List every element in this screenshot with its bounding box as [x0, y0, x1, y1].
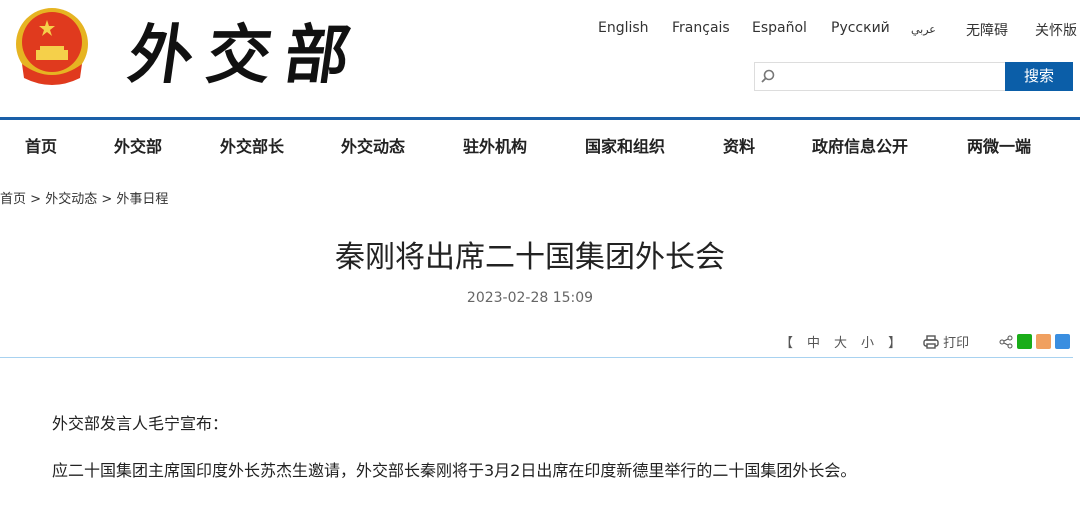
nav-ministry[interactable]: 外交部: [114, 133, 162, 157]
search-input[interactable]: [754, 62, 1005, 91]
font-small-button[interactable]: 小: [861, 332, 874, 351]
nav-minister[interactable]: 外交部长: [220, 133, 284, 157]
lang-english[interactable]: English: [598, 20, 649, 36]
nav-resources[interactable]: 资料: [723, 133, 755, 157]
breadcrumb: 首页 > 外交动态 > 外事日程: [0, 188, 168, 207]
font-medium-button[interactable]: 中: [807, 332, 820, 351]
national-emblem-icon: [16, 8, 88, 85]
nav-social[interactable]: 两微一端: [967, 133, 1031, 157]
breadcrumb-sep: >: [30, 192, 42, 207]
lang-spanish[interactable]: Español: [752, 20, 807, 36]
article-date: 2023-02-28 15:09: [466, 290, 594, 306]
breadcrumb-home[interactable]: 首页: [0, 192, 26, 207]
breadcrumb-sep: >: [101, 192, 113, 207]
breadcrumb-schedule[interactable]: 外事日程: [116, 192, 168, 207]
search-button[interactable]: 搜索: [1005, 62, 1073, 91]
print-button[interactable]: 打印: [943, 332, 969, 351]
nav-missions[interactable]: 驻外机构: [463, 133, 527, 157]
bracket-close: 】: [888, 336, 902, 351]
nav-gov-info[interactable]: 政府信息公开: [812, 133, 908, 157]
tools-divider: [0, 357, 1073, 358]
ministry-logo[interactable]: 外交部: [124, 4, 371, 96]
article-tools: 【 中 大 小 】 打印: [780, 332, 1071, 351]
article-paragraph: 外交部发言人毛宁宣布：: [52, 414, 229, 433]
share-icon[interactable]: [999, 335, 1013, 349]
qzone-icon[interactable]: [1055, 334, 1071, 349]
lang-french[interactable]: Français: [672, 20, 730, 36]
article-title: 秦刚将出席二十国集团外长会: [335, 240, 725, 275]
search-icon: [761, 69, 775, 83]
lang-russian[interactable]: Русский: [831, 20, 890, 36]
header-divider: [0, 117, 1080, 120]
lang-arabic[interactable]: عربي: [911, 23, 936, 36]
weibo-icon[interactable]: [1036, 334, 1052, 349]
nav-home[interactable]: 首页: [25, 133, 57, 157]
accessibility-link[interactable]: 无障碍: [966, 20, 1008, 40]
wechat-icon[interactable]: [1017, 334, 1033, 349]
nav-countries[interactable]: 国家和组织: [585, 133, 665, 157]
care-version-link[interactable]: 关怀版: [1035, 20, 1077, 40]
printer-icon[interactable]: [923, 334, 939, 349]
nav-diplomatic-news[interactable]: 外交动态: [341, 133, 405, 157]
article-paragraph: 应二十国集团主席国印度外长苏杰生邀请，外交部长秦刚将于3月2日出席在印度新德里举…: [52, 461, 857, 480]
font-large-button[interactable]: 大: [834, 332, 847, 351]
breadcrumb-news[interactable]: 外交动态: [45, 192, 97, 207]
bracket-open: 【: [780, 336, 794, 351]
